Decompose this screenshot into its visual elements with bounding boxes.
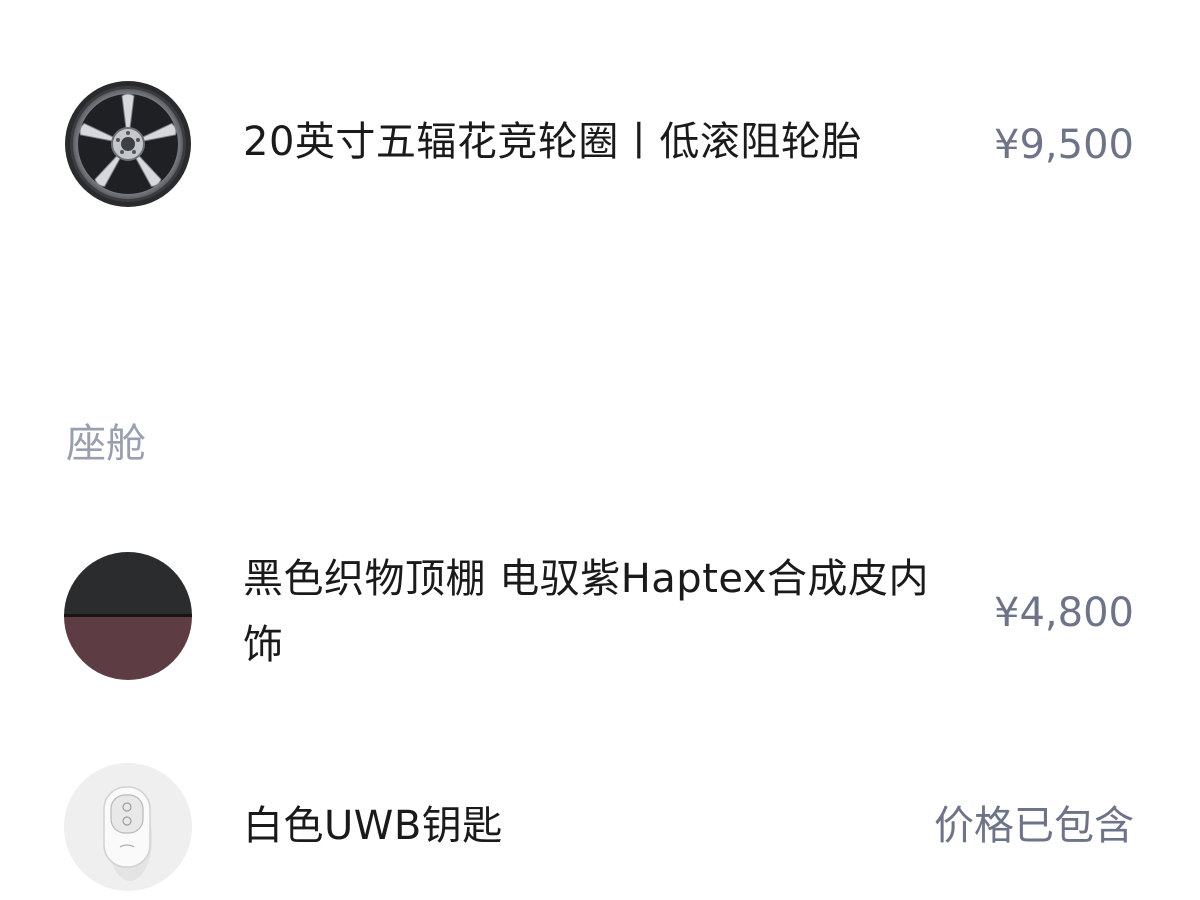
section-title-cabin: 座舱 [66,421,146,467]
swatch-headliner-color [64,552,192,616]
option-price: ¥4,800 [994,590,1134,636]
option-price: ¥9,500 [994,122,1134,168]
options-summary-page: 20英寸五辐花竞轮圈丨低滚阻轮胎 ¥9,500 座舱 黑色织物顶棚 电驭紫Hap… [0,0,1200,900]
interior-color-swatch [64,552,192,680]
wheel-rim-icon [64,80,192,208]
option-row-key[interactable]: 白色UWB钥匙 价格已包含 [0,763,1200,891]
option-row-wheel[interactable]: 20英寸五辐花竞轮圈丨低滚阻轮胎 ¥9,500 [0,80,1200,210]
swatch-upholstery-color [64,616,192,680]
option-name: 20英寸五辐花竞轮圈丨低滚阻轮胎 [243,119,862,165]
option-price-included: 价格已包含 [934,803,1134,849]
option-name: 黑色织物顶棚 电驭紫Haptex合成皮内饰 [243,556,929,668]
option-name: 白色UWB钥匙 [243,803,503,849]
uwb-key-icon [64,763,192,891]
option-row-interior[interactable]: 黑色织物顶棚 电驭紫Haptex合成皮内饰 ¥4,800 [0,552,1200,682]
swatch-divider [64,614,192,617]
